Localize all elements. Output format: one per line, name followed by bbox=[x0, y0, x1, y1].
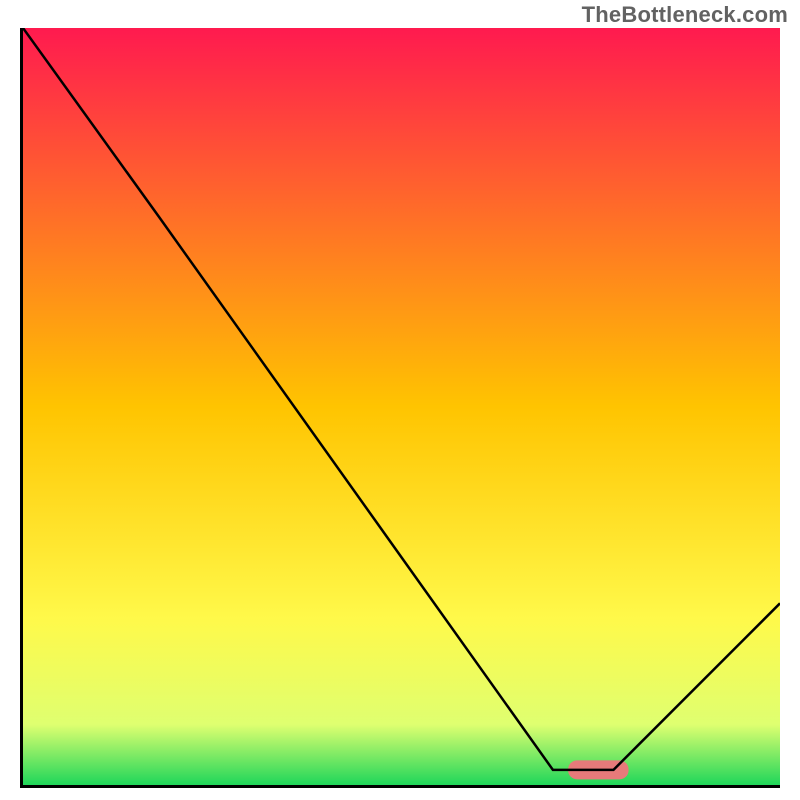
watermark-text: TheBottleneck.com bbox=[582, 2, 788, 28]
chart-container: TheBottleneck.com bbox=[0, 0, 800, 800]
plot-area bbox=[20, 28, 780, 788]
chart-svg bbox=[23, 28, 780, 785]
gradient-background bbox=[23, 28, 780, 785]
